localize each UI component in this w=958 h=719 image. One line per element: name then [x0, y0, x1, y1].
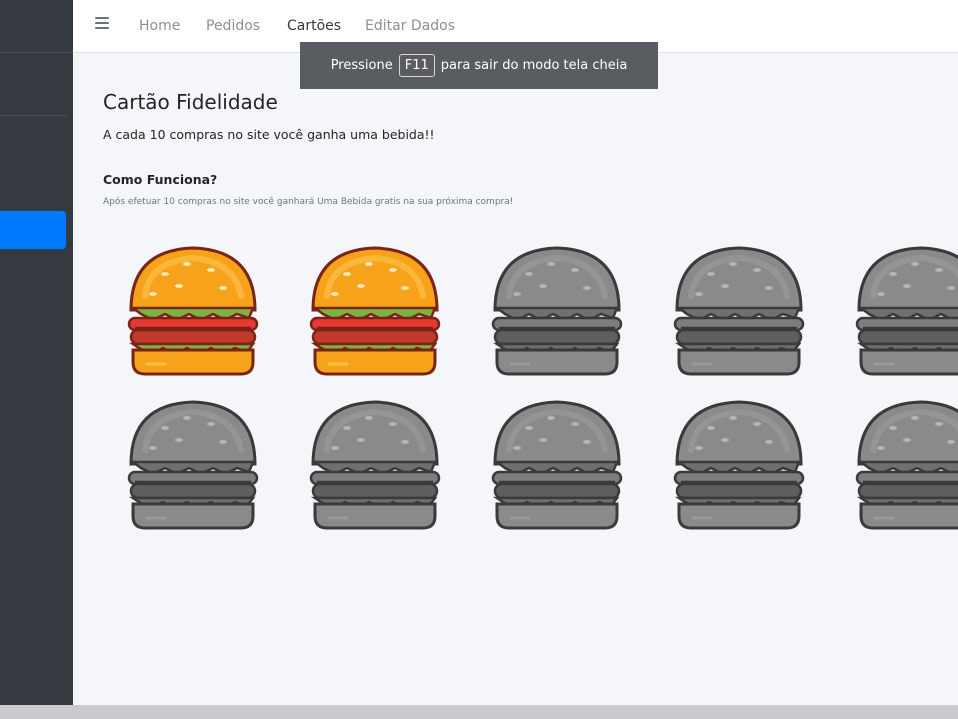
fullscreen-notice: Pressione F11 para sair do modo tela che… [300, 42, 658, 89]
f11-key-badge: F11 [398, 54, 435, 77]
page-title: Cartão Fidelidade [103, 90, 278, 114]
burger-stamp-empty-icon [489, 398, 625, 532]
fullscreen-notice-after: para sair do modo tela cheia [440, 58, 628, 73]
burger-stamp-empty-icon [853, 398, 958, 532]
sidebar-divider [0, 115, 66, 116]
sidebar-divider [0, 52, 73, 53]
nav-link-cartoes[interactable]: Cartões [287, 18, 341, 34]
how-it-works-title: Como Funciona? [103, 172, 218, 187]
main-content: Cartão Fidelidade A cada 10 compras no s… [73, 53, 958, 705]
nav-link-editar-dados[interactable]: Editar Dados [365, 18, 455, 34]
burger-stamp-earned-icon [307, 244, 443, 378]
burger-stamp-empty-icon [671, 398, 807, 532]
fullscreen-notice-before: Pressione [330, 58, 393, 73]
burger-stamp-empty-icon [671, 244, 807, 378]
sidebar [0, 0, 73, 705]
nav-link-pedidos[interactable]: Pedidos [206, 18, 260, 34]
page-subtitle: A cada 10 compras no site você ganha uma… [103, 127, 435, 142]
hamburger-menu-icon[interactable] [95, 17, 109, 29]
sidebar-active-item[interactable] [0, 211, 66, 249]
bottom-scrollbar-track[interactable] [0, 705, 958, 719]
burger-stamp-empty-icon [307, 398, 443, 532]
burger-stamp-empty-icon [853, 244, 958, 378]
burger-stamp-empty-icon [489, 244, 625, 378]
burger-stamp-empty-icon [125, 398, 261, 532]
nav-link-home[interactable]: Home [139, 18, 180, 34]
burger-stamp-earned-icon [125, 244, 261, 378]
how-it-works-text: Após efetuar 10 compras no site você gan… [103, 197, 514, 207]
